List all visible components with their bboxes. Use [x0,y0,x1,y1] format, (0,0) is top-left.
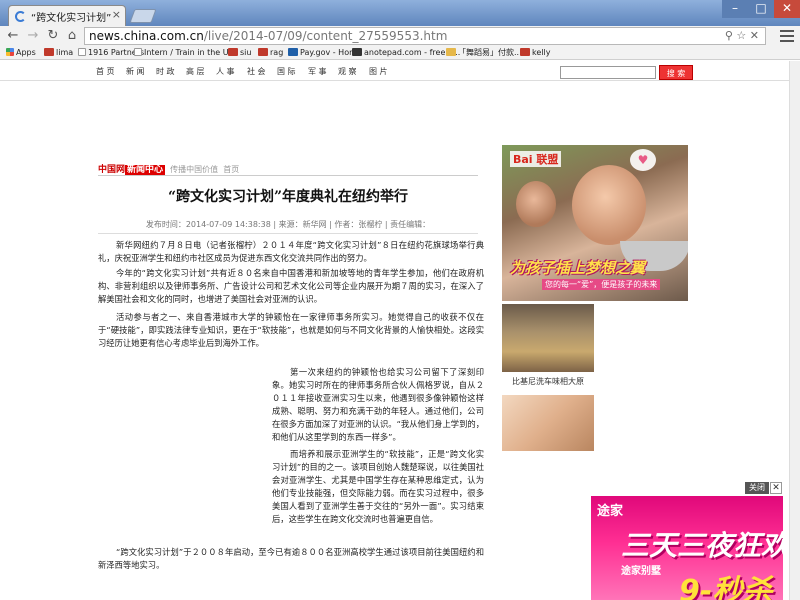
article-paragraph: 活动参与者之一、来自香港城市大学的钟颖怡在一家律师事务所实习。她觉得自己的收获不… [98,312,484,349]
new-tab-button[interactable] [129,9,157,23]
red-flag-icon [44,48,54,56]
article-paragraph: 新华网纽约７月８日电（记者张榴柠）２０１４年度“跨文化实习计划”８日在纽约花旗球… [98,240,484,264]
nav-item-photos[interactable]: 图 片 [369,66,388,77]
ad-brand: Bai 联盟 [510,151,562,167]
document-icon [78,48,86,56]
article-paragraph: 今年的“跨文化实习计划”共有近８０名来自中国香港和新加坡等地的青年学生参加，他们… [98,268,484,305]
nav-item-leaders[interactable]: 高 层 [186,66,205,77]
apps-icon [6,48,14,56]
ad-headline: 三天三夜狂欢 [621,529,783,562]
article-paragraph: 第一次来纽约的钟颖怡也给实习公司留下了深刻印象。她实习时所在的律师事务所合伙人佩… [272,367,484,443]
browser-tab[interactable]: “跨文化实习计划”年度典礼在 × [8,5,126,26]
tab-title: “跨文化实习计划”年度典礼在 [31,13,111,24]
site-search-button[interactable]: 搜 索 [659,65,693,80]
thumbnail-image[interactable] [502,395,594,451]
minimize-button[interactable]: – [722,0,748,18]
nav-item-international[interactable]: 国 际 [277,66,296,77]
bookmarks-bar: Apps lima 1916 Partners Intern / Train i… [0,46,800,60]
child-photo [572,165,646,245]
bookmark-kelly[interactable]: kelly [520,46,550,59]
note-icon [352,48,362,56]
breadcrumb: 中国网 新闻中心 传播中国价值 首页 [98,162,239,175]
ad-tag: 途家别墅 [621,566,661,577]
maximize-button[interactable]: □ [748,0,774,18]
site-nav: 首 页 新 闻 时 政 高 层 人 事 社 会 国 际 军 事 观 察 图 片 … [0,61,800,81]
bookmark-siu[interactable]: siu [228,46,251,59]
shopping-ad-banner[interactable]: 途家 三天三夜狂欢 途家别墅 9-秒杀 [591,496,783,600]
breadcrumb-home[interactable]: 首页 [223,165,239,174]
charity-ad-banner[interactable]: Bai 联盟 ♥ 为孩子插上梦想之翼 您的每一“爱”，便是孩子的未来 [502,145,688,301]
nav-item-society[interactable]: 社 会 [247,66,266,77]
loading-spinner-icon [15,11,26,22]
page-scrollbar[interactable] [789,61,800,600]
bookmark-anotepad[interactable]: anotepad.com - free o... [352,46,460,59]
url-path: /live/2014-07/09/content_27559553.htm [203,29,448,43]
nav-item-news[interactable]: 新 闻 [126,66,145,77]
child-photo [516,181,556,227]
ad-close-button[interactable]: 关闭 [745,482,769,494]
tab-close-icon[interactable]: × [112,8,121,21]
article-title: “跨文化实习计划”年度典礼在纽约举行 [167,189,409,205]
bookmark-rag[interactable]: rag [258,46,283,59]
browser-toolbar: ← → ↻ ⌂ news.china.com.cn/live/2014-07/0… [0,26,800,46]
back-icon[interactable]: ← [4,28,22,44]
heart-icon: ♥ [630,149,656,171]
bookmark-dance-pay[interactable]: 「舞蹈易」付款... [446,46,522,59]
red-flag-icon [520,48,530,56]
ad-slogan: 为孩子插上梦想之翼 [510,259,646,277]
close-icon[interactable]: ✕ [770,482,782,494]
site-search-input[interactable] [560,66,656,79]
red-flag-icon [228,48,238,56]
close-window-button[interactable]: ✕ [774,0,800,18]
nav-item-personnel[interactable]: 人 事 [216,66,235,77]
article-paragraph: “跨文化实习计划”于２００８年启动，至今已有逾８００名亚洲高校学生通过该项目前往… [98,547,484,571]
address-bar[interactable]: news.china.com.cn/live/2014-07/09/conten… [84,27,766,45]
red-flag-icon [258,48,268,56]
bookmark-lima[interactable]: lima [44,46,73,59]
site-tagline: 传播中国价值 [170,165,219,174]
folder-icon [446,48,456,56]
ad-subtitle: 您的每一“爱”，便是孩子的未来 [542,279,661,290]
nav-item-observation[interactable]: 观 察 [338,66,357,77]
article-paragraph: 而培养和展示亚洲学生的“软技能”，正是“跨文化实习计划”的目的之一。该项目创始人… [272,449,484,525]
thumbnail-caption[interactable]: 比基尼洗车味相大原 [512,376,584,387]
nav-item-politics[interactable]: 时 政 [156,66,175,77]
menu-icon[interactable] [780,30,794,45]
omnibox-action-icons[interactable]: ⚲ ☆ ✕ [725,28,759,44]
ad-sale: 9-秒杀 [679,574,773,600]
site-logo[interactable]: 中国网 [98,165,125,175]
document-icon [134,48,142,56]
home-icon[interactable]: ⌂ [63,28,81,44]
bookmark-intern-train[interactable]: Intern / Train in the U... [134,46,236,59]
forward-icon[interactable]: → [24,28,42,44]
article-meta: 发布时间：2014-07-09 14:38:38 | 来源：新华网 | 作者：张… [145,220,431,229]
bookmark-pay-gov[interactable]: Pay.gov - Home [288,46,362,59]
section-logo[interactable]: 新闻中心 [125,165,166,175]
divider [98,175,478,176]
nav-item-military[interactable]: 军 事 [308,66,327,77]
tab-strip: “跨文化实习计划”年度典礼在 × – □ ✕ [0,0,800,26]
inline-media-placeholder [98,368,266,536]
pay-icon [288,48,298,56]
thumbnail-image[interactable] [502,304,594,372]
web-page: 首 页 新 闻 时 政 高 层 人 事 社 会 国 际 军 事 观 察 图 片 … [0,61,800,600]
url-host: news.china.com.cn [89,29,204,43]
nav-item-home[interactable]: 首 页 [96,66,115,77]
reload-icon[interactable]: ↻ [44,28,62,44]
divider [98,233,478,234]
ad-brand: 途家 [597,504,624,519]
bookmark-apps[interactable]: Apps [6,46,36,59]
